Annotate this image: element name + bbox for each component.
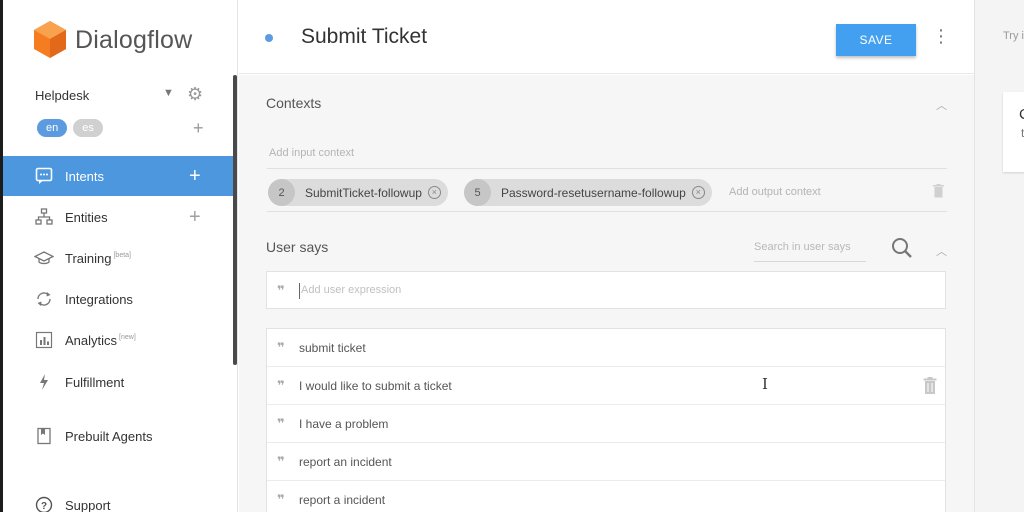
trash-icon[interactable]	[933, 184, 944, 198]
sidebar: Dialogflow Helpdesk ▼ ⚙ en es + Intents …	[3, 0, 238, 512]
quote-icon: ❞	[277, 378, 285, 393]
add-user-expression-placeholder: Add user expression	[301, 284, 402, 296]
help-icon: ?	[33, 494, 55, 512]
training-phrase-row[interactable]: ❞ submit ticket	[267, 329, 945, 367]
sidebar-item-integrations[interactable]: Integrations	[3, 279, 235, 319]
gear-icon[interactable]: ⚙	[187, 84, 203, 105]
sidebar-item-intents[interactable]: Intents +	[3, 156, 235, 196]
bar-chart-icon	[33, 329, 55, 351]
quote-icon: ❞	[277, 454, 285, 469]
training-phrase-list: ❞ submit ticket ❞ I would like to submit…	[266, 328, 946, 512]
hierarchy-icon	[33, 206, 55, 228]
chip-label: SubmitTicket-followup	[305, 185, 422, 200]
trash-icon[interactable]	[923, 377, 937, 395]
sidebar-item-label: Prebuilt Agents	[65, 428, 153, 444]
training-phrase-row[interactable]: ❞ I would like to submit a ticket I	[267, 367, 945, 405]
training-phrase-row[interactable]: ❞ report a incident	[267, 481, 945, 512]
search-icon[interactable]	[890, 236, 914, 260]
sidebar-item-label: Intents	[65, 168, 105, 184]
sidebar-item-analytics[interactable]: Analytics [new]	[3, 320, 235, 360]
sidebar-item-label: Training [beta]	[65, 250, 131, 266]
book-icon	[33, 425, 55, 447]
dialogflow-console: Dialogflow Helpdesk ▼ ⚙ en es + Intents …	[0, 0, 1024, 512]
language-pill-es[interactable]: es	[73, 119, 103, 137]
add-intent-icon[interactable]: +	[189, 165, 201, 188]
intent-priority-dot[interactable]	[265, 34, 273, 42]
mouse-cursor-icon: I	[762, 375, 768, 393]
response-card: C t	[1003, 92, 1024, 172]
sidebar-item-label: Support	[65, 497, 111, 512]
output-context-placeholder[interactable]: Add output context	[729, 186, 821, 198]
intent-editor: Contexts ︿ Add input context 2 SubmitTic…	[239, 75, 974, 512]
sidebar-item-label: Fulfillment	[65, 374, 125, 390]
sidebar-item-fulfillment[interactable]: Fulfillment	[3, 362, 235, 402]
sidebar-item-label: Entities	[65, 209, 108, 225]
input-context-field[interactable]: Add input context	[267, 141, 947, 169]
quote-icon: ❞	[277, 416, 285, 431]
brand-name: Dialogflow	[75, 25, 193, 54]
brand[interactable]: Dialogflow	[33, 18, 192, 62]
training-phrase-text[interactable]: report an incident	[299, 455, 392, 469]
contexts-title[interactable]: Contexts	[266, 95, 321, 111]
chevron-up-icon[interactable]: ︿	[936, 243, 947, 259]
graduation-cap-icon	[33, 247, 55, 269]
new-badge: [new]	[119, 334, 136, 342]
svg-text:?: ?	[41, 501, 47, 512]
sidebar-item-label: Analytics [new]	[65, 332, 136, 348]
output-context-chip[interactable]: 2 SubmitTicket-followup ×	[268, 179, 448, 206]
agent-name: Helpdesk	[35, 87, 90, 103]
training-phrase-text[interactable]: submit ticket	[299, 341, 366, 355]
intent-title[interactable]: Submit Ticket	[301, 25, 427, 49]
chevron-up-icon[interactable]: ︿	[936, 97, 947, 113]
beta-badge: [beta]	[113, 252, 131, 260]
intent-header: Submit Ticket SAVE ⋮	[239, 0, 974, 74]
remove-chip-icon[interactable]: ×	[691, 186, 705, 199]
sidebar-scrollbar[interactable]	[233, 75, 237, 365]
language-pill-en[interactable]: en	[37, 119, 68, 137]
training-phrase-text[interactable]: I would like to submit a ticket	[299, 379, 452, 393]
chip-lifespan[interactable]: 5	[464, 179, 491, 206]
quote-icon: ❞	[277, 283, 285, 298]
caret-down-icon[interactable]: ▼	[163, 87, 174, 99]
sidebar-item-training[interactable]: Training [beta]	[3, 238, 235, 278]
user-says-title[interactable]: User says	[266, 239, 328, 255]
response-card-title: C	[1019, 106, 1024, 123]
language-list: en es	[37, 119, 103, 137]
training-phrase-text[interactable]: report a incident	[299, 493, 385, 507]
search-user-says-field[interactable]: Search in user says	[754, 240, 866, 262]
lightning-icon	[33, 371, 55, 393]
sync-icon	[33, 288, 55, 310]
chip-lifespan[interactable]: 2	[268, 179, 295, 206]
quote-icon: ❞	[277, 492, 285, 507]
chip-label: Password-resetusername-followup	[501, 185, 686, 200]
add-entity-icon[interactable]: +	[189, 206, 201, 229]
search-user-says-placeholder: Search in user says	[754, 241, 851, 253]
output-context-chip[interactable]: 5 Password-resetusername-followup ×	[464, 179, 712, 206]
training-phrase-row[interactable]: ❞ report an incident	[267, 443, 945, 481]
more-options-icon[interactable]: ⋮	[932, 26, 950, 47]
quote-icon: ❞	[277, 340, 285, 355]
training-phrase-row[interactable]: ❞ I have a problem	[267, 405, 945, 443]
training-phrase-text[interactable]: I have a problem	[299, 417, 388, 431]
output-context-field: 2 SubmitTicket-followup × 5 Password-res…	[267, 176, 947, 212]
add-user-expression-input[interactable]: ❞ Add user expression	[266, 271, 946, 309]
text-caret	[299, 283, 300, 299]
sidebar-item-label: Integrations	[65, 291, 133, 307]
sidebar-item-entities[interactable]: Entities +	[3, 197, 235, 237]
save-button[interactable]: SAVE	[836, 24, 916, 56]
input-context-placeholder: Add input context	[269, 147, 355, 159]
try-it-input[interactable]: Try i	[1003, 30, 1024, 42]
test-console-panel: Try i C t	[974, 0, 1024, 512]
add-language-icon[interactable]: +	[193, 118, 204, 139]
chat-bubble-icon	[33, 165, 55, 187]
agent-selector[interactable]: Helpdesk ▼ ⚙	[35, 84, 215, 105]
sidebar-item-support[interactable]: ? Support	[3, 485, 235, 512]
dialogflow-logo-icon	[34, 21, 66, 58]
remove-chip-icon[interactable]: ×	[427, 186, 441, 199]
sidebar-item-prebuilt-agents[interactable]: Prebuilt Agents	[3, 416, 235, 456]
